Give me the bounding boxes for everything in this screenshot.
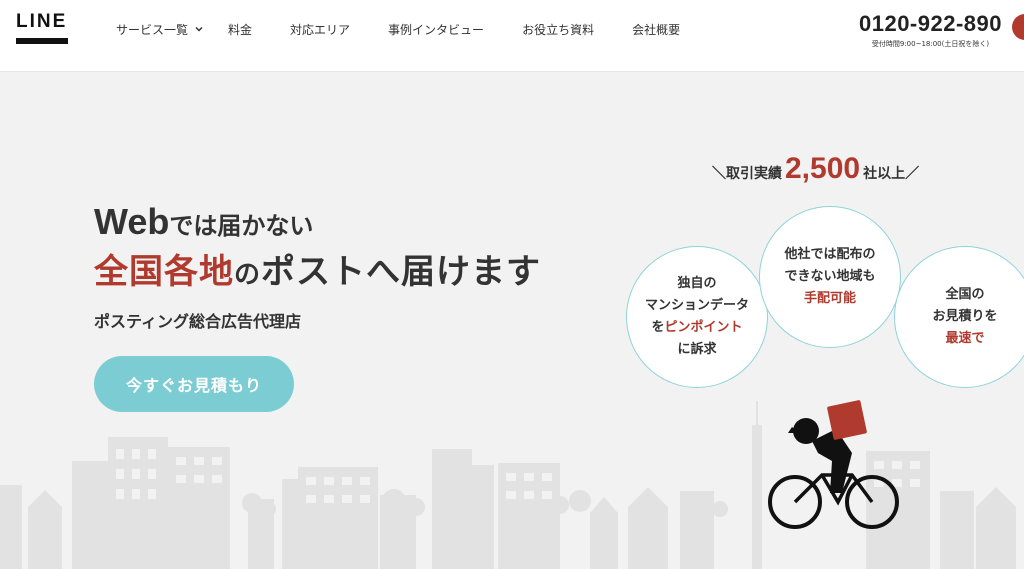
- bubble-2-accent: 手配可能: [803, 291, 856, 306]
- bubble-1-line-2: マンションデータ: [644, 298, 749, 313]
- achievement-banner: ＼取引実績 2,500 社以上／: [712, 152, 919, 186]
- feature-bubble-coverage: 他社では配布の できない地域も 手配可能: [759, 206, 901, 348]
- feature-bubble-mansion-data: 独自の マンションデータ をピンポイント に訴求: [626, 246, 768, 388]
- quote-button[interactable]: 今すぐお見積もり: [94, 356, 294, 412]
- headline-accent: 全国各地: [94, 252, 234, 292]
- achievement-number: 2,500: [785, 152, 861, 185]
- nav-services-label: サービス一覧: [116, 22, 189, 37]
- phone-number: 0120-922-890: [858, 11, 1002, 36]
- bubble-3-line-1: 全国の: [945, 287, 985, 302]
- achievement-prefix: ＼取引実績: [712, 166, 782, 182]
- headline-line-1-rest: では届かない: [169, 212, 314, 240]
- achievement-suffix: 社以上／: [863, 166, 920, 182]
- header-action-button[interactable]: [1012, 14, 1024, 40]
- headline-line-2: 全国各地のポストへ届けます: [94, 250, 541, 297]
- hero-subtitle: ポスティング総合広告代理店: [94, 312, 302, 331]
- headline-line-2-rest: ポストへ届けます: [261, 252, 542, 292]
- headline-web: Web: [94, 201, 170, 242]
- feature-bubble-fast-quote: 全国の お見積りを 最速で: [894, 246, 1024, 388]
- nav-resources-label: お役立ち資料: [522, 22, 595, 37]
- main-nav: サービス一覧 料金 対応エリア 事例インタビュー お役立ち資料 会社概要: [116, 20, 718, 38]
- bubble-1-accent: ピンポイント: [664, 320, 743, 335]
- nav-interviews-label: 事例インタビュー: [388, 22, 485, 37]
- bubble-2-line-1: 他社では配布の: [784, 247, 876, 262]
- nav-company-label: 会社概要: [632, 22, 681, 37]
- logo-underline: [16, 38, 68, 44]
- nav-area-label: 対応エリア: [290, 22, 351, 37]
- chevron-down-icon: [195, 26, 203, 32]
- nav-company[interactable]: 会社概要: [632, 20, 680, 38]
- logo-text: LINE: [16, 11, 68, 32]
- nav-pricing-label: 料金: [228, 22, 253, 37]
- logo[interactable]: LINE: [16, 12, 70, 44]
- nav-pricing[interactable]: 料金: [228, 20, 252, 38]
- bubble-2-line-2: できない地域も: [784, 269, 876, 284]
- headline-line-1: Webでは届かない: [94, 202, 313, 246]
- nav-services[interactable]: サービス一覧: [116, 20, 204, 38]
- bubble-3-accent: 最速で: [945, 331, 985, 346]
- nav-resources[interactable]: お役立ち資料: [522, 20, 594, 38]
- bubble-1-line-3: をピンポイント: [651, 317, 742, 339]
- phone-hours: 受付時間9:00~18:00(土日祝を除く): [871, 40, 990, 48]
- bubble-1-accent-pre: を: [651, 320, 665, 335]
- site-header: LINE サービス一覧 料金 対応エリア 事例インタビュー お役立ち資料 会社概…: [0, 0, 1024, 72]
- bubble-1-line-1: 独自の: [677, 276, 717, 291]
- bubble-3-line-2: お見積りを: [932, 309, 998, 324]
- nav-area[interactable]: 対応エリア: [290, 20, 350, 38]
- nav-interviews[interactable]: 事例インタビュー: [388, 20, 484, 38]
- bubble-1-line-4: に訴求: [677, 342, 717, 357]
- city-illustration: [0, 400, 1016, 569]
- phone-contact[interactable]: 0120-922-890 受付時間9:00~18:00(土日祝を除く): [859, 12, 1002, 49]
- headline-particle: の: [234, 260, 262, 290]
